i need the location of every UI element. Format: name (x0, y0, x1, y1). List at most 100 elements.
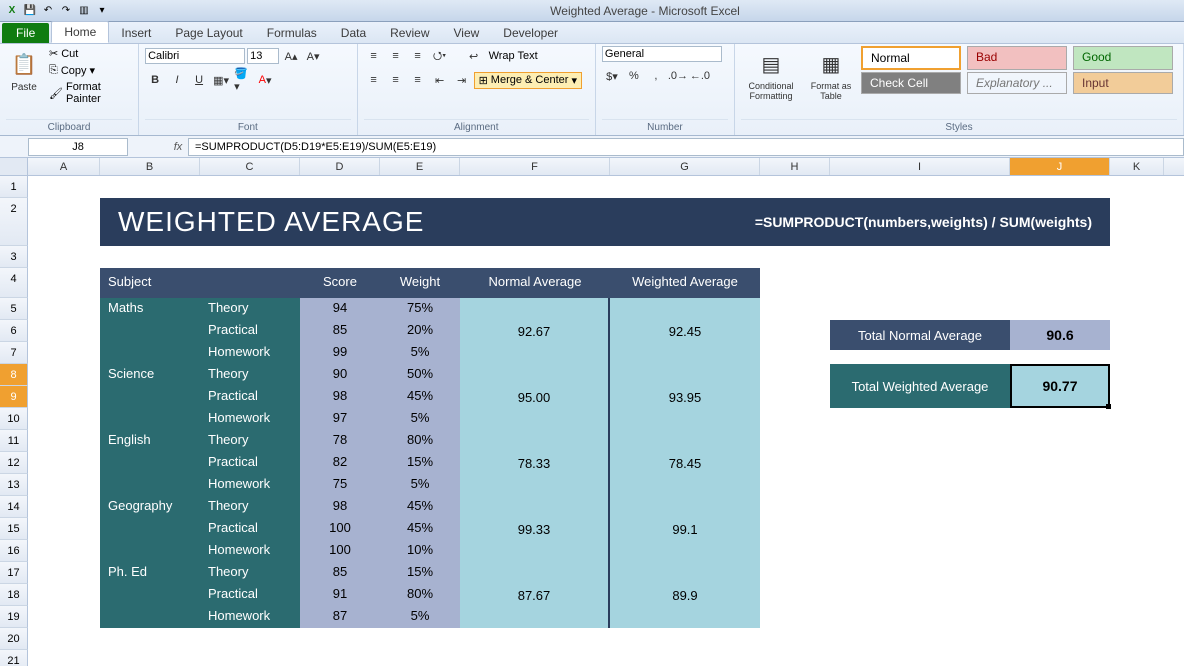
data-tab[interactable]: Data (329, 23, 378, 43)
row-header-14[interactable]: 14 (0, 496, 28, 518)
total-normal-value[interactable]: 90.6 (1010, 320, 1110, 350)
col-header-E[interactable]: E (380, 158, 460, 175)
italic-button[interactable]: I (167, 70, 187, 90)
underline-button[interactable]: U (189, 70, 209, 90)
cell-score[interactable]: 78 (300, 430, 380, 452)
cell-normal-avg[interactable]: 87.67 (460, 562, 610, 628)
fx-icon[interactable]: fx (168, 141, 188, 153)
row-header-17[interactable]: 17 (0, 562, 28, 584)
developer-tab[interactable]: Developer (491, 23, 570, 43)
cut-button[interactable]: ✂Cut (46, 46, 132, 61)
number-format-combo[interactable] (602, 46, 722, 62)
currency-icon[interactable]: $▾ (602, 66, 622, 86)
cell-weight[interactable]: 80% (380, 430, 460, 452)
mergecenter-button[interactable]: ⊞Merge & Center▾ (474, 72, 582, 89)
cell-subject[interactable] (100, 452, 200, 474)
row-header-8[interactable]: 8 (0, 364, 28, 386)
cell-type[interactable]: Theory (200, 430, 300, 452)
cell-subject[interactable]: Maths (100, 298, 200, 320)
row-header-1[interactable]: 1 (0, 176, 28, 198)
cell-weight[interactable]: 75% (380, 298, 460, 320)
cell-subject[interactable] (100, 342, 200, 364)
cell-normal-avg[interactable]: 99.33 (460, 496, 610, 562)
increase-font-icon[interactable]: A▴ (281, 46, 301, 66)
cell-weight[interactable]: 10% (380, 540, 460, 562)
cell-normal-avg[interactable]: 92.67 (460, 298, 610, 364)
cell-subject[interactable] (100, 518, 200, 540)
percent-icon[interactable]: % (624, 66, 644, 86)
style-good[interactable]: Good (1073, 46, 1173, 70)
cell-subject[interactable] (100, 540, 200, 562)
style-checkcell[interactable]: Check Cell (861, 72, 961, 94)
cell-subject[interactable] (100, 320, 200, 342)
row-header-15[interactable]: 15 (0, 518, 28, 540)
cell-type[interactable]: Homework (200, 540, 300, 562)
col-header-K[interactable]: K (1110, 158, 1164, 175)
style-normal[interactable]: Normal (861, 46, 961, 70)
align-bottom-icon[interactable]: ≡ (408, 46, 428, 66)
style-input[interactable]: Input (1073, 72, 1173, 94)
cell-subject[interactable]: Geography (100, 496, 200, 518)
col-header-H[interactable]: H (760, 158, 830, 175)
row-header-19[interactable]: 19 (0, 606, 28, 628)
decimal-dec-icon[interactable]: ←.0 (690, 66, 710, 86)
home-tab[interactable]: Home (51, 21, 109, 43)
review-tab[interactable]: Review (378, 23, 441, 43)
style-bad[interactable]: Bad (967, 46, 1067, 70)
font-size-combo[interactable] (247, 48, 279, 64)
cell-weight[interactable]: 45% (380, 496, 460, 518)
cell-type[interactable]: Theory (200, 496, 300, 518)
formulas-tab[interactable]: Formulas (255, 23, 329, 43)
cell-score[interactable]: 94 (300, 298, 380, 320)
cell-weighted-avg[interactable]: 99.1 (610, 496, 760, 562)
cell-subject[interactable] (100, 386, 200, 408)
cell-subject[interactable] (100, 474, 200, 496)
col-header-G[interactable]: G (610, 158, 760, 175)
cell-weighted-avg[interactable]: 93.95 (610, 364, 760, 430)
cell-weighted-avg[interactable]: 89.9 (610, 562, 760, 628)
col-header-B[interactable]: B (100, 158, 200, 175)
cell-subject[interactable] (100, 408, 200, 430)
qat-more-icon[interactable]: ▥ (76, 3, 92, 19)
row-header-7[interactable]: 7 (0, 342, 28, 364)
sheet-area[interactable]: WEIGHTED AVERAGE=SUMPRODUCT(numbers,weig… (28, 176, 1184, 666)
font-face-combo[interactable] (145, 48, 245, 64)
cell-weight[interactable]: 15% (380, 562, 460, 584)
paste-button[interactable]: 📋 Paste (6, 46, 42, 95)
col-header-F[interactable]: F (460, 158, 610, 175)
row-header-16[interactable]: 16 (0, 540, 28, 562)
total-weighted-value[interactable]: 90.77 (1010, 364, 1110, 408)
cell-weight[interactable]: 15% (380, 452, 460, 474)
cell-weight[interactable]: 20% (380, 320, 460, 342)
view-tab[interactable]: View (442, 23, 492, 43)
cell-score[interactable]: 97 (300, 408, 380, 430)
cell-type[interactable]: Practical (200, 518, 300, 540)
orientation-icon[interactable]: ⭯▾ (430, 46, 450, 66)
decrease-font-icon[interactable]: A▾ (303, 46, 323, 66)
row-header-13[interactable]: 13 (0, 474, 28, 496)
cell-score[interactable]: 87 (300, 606, 380, 628)
cell-type[interactable]: Practical (200, 320, 300, 342)
row-header-11[interactable]: 11 (0, 430, 28, 452)
fontcolor-button[interactable]: A▾ (255, 70, 275, 90)
cell-type[interactable]: Practical (200, 452, 300, 474)
cell-score[interactable]: 85 (300, 562, 380, 584)
row-header-18[interactable]: 18 (0, 584, 28, 606)
row-header-5[interactable]: 5 (0, 298, 28, 320)
cell-weight[interactable]: 80% (380, 584, 460, 606)
borders-button[interactable]: ▦▾ (211, 70, 231, 90)
col-header-A[interactable]: A (28, 158, 100, 175)
align-top-icon[interactable]: ≡ (364, 46, 384, 66)
cell-score[interactable]: 90 (300, 364, 380, 386)
row-header-2[interactable]: 2 (0, 198, 28, 246)
row-header-6[interactable]: 6 (0, 320, 28, 342)
cell-score[interactable]: 82 (300, 452, 380, 474)
cell-type[interactable]: Theory (200, 364, 300, 386)
name-box[interactable] (28, 138, 128, 156)
formatastable-button[interactable]: ▦ Format as Table (805, 46, 857, 104)
row-header-10[interactable]: 10 (0, 408, 28, 430)
cell-normal-avg[interactable]: 95.00 (460, 364, 610, 430)
decimal-inc-icon[interactable]: .0→ (668, 66, 688, 86)
cell-weight[interactable]: 45% (380, 518, 460, 540)
formula-input[interactable] (188, 138, 1184, 156)
